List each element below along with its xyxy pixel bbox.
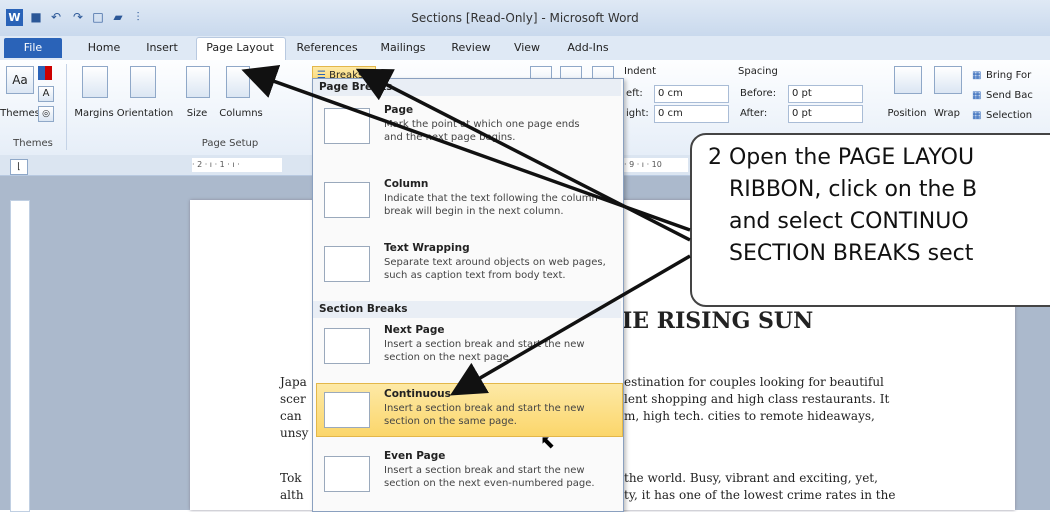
arrow-to-continuous-item [449,254,691,396]
arrow-to-breaks-button [355,68,691,242]
instruction-arrows [241,64,691,396]
